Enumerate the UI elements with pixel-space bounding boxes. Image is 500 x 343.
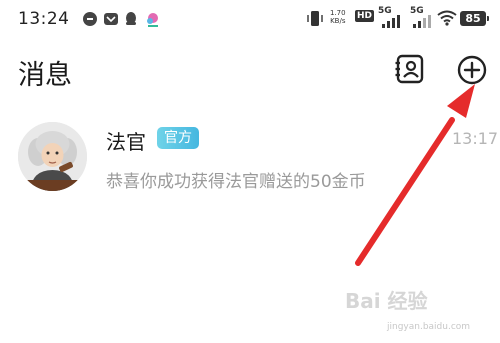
hd-badge: HD [355,10,375,22]
network-speed-unit: KB/s [330,17,346,25]
add-button[interactable] [455,53,489,87]
status-time: 13:24 [18,9,70,29]
signal-2-icon [413,15,431,28]
app-notification-icon [104,13,118,25]
wifi-icon [437,10,457,26]
judge-avatar [18,122,87,191]
qq-icon [126,12,136,25]
status-bar: 13:24 1.70 KB/s HD 5G 5G 85 [0,0,500,38]
sender-name: 法官 [106,130,146,154]
app-colorful-icon [147,13,158,27]
signal-1-icon [382,15,400,28]
baidu-watermark-url: jingyan.baidu.com [387,322,471,332]
message-preview: 恭喜你成功获得法官赠送的50金币 [106,172,366,192]
page-title: 消息 [18,60,72,91]
no-disturb-icon [83,12,97,26]
judge-avatar-icon [18,122,87,191]
network-speed-value: 1.70 [330,9,346,17]
vibrate-icon [307,11,323,26]
contacts-button[interactable] [394,52,428,86]
battery-indicator: 85 [460,11,489,26]
official-badge: 官方 [157,127,199,149]
message-list-item[interactable]: 法官 官方 13:17 恭喜你成功获得法官赠送的50金币 [0,112,500,202]
message-time: 13:17 [452,129,499,148]
network-speed: 1.70 KB/s [330,9,346,25]
baidu-watermark: Bai 经验 [345,289,428,313]
